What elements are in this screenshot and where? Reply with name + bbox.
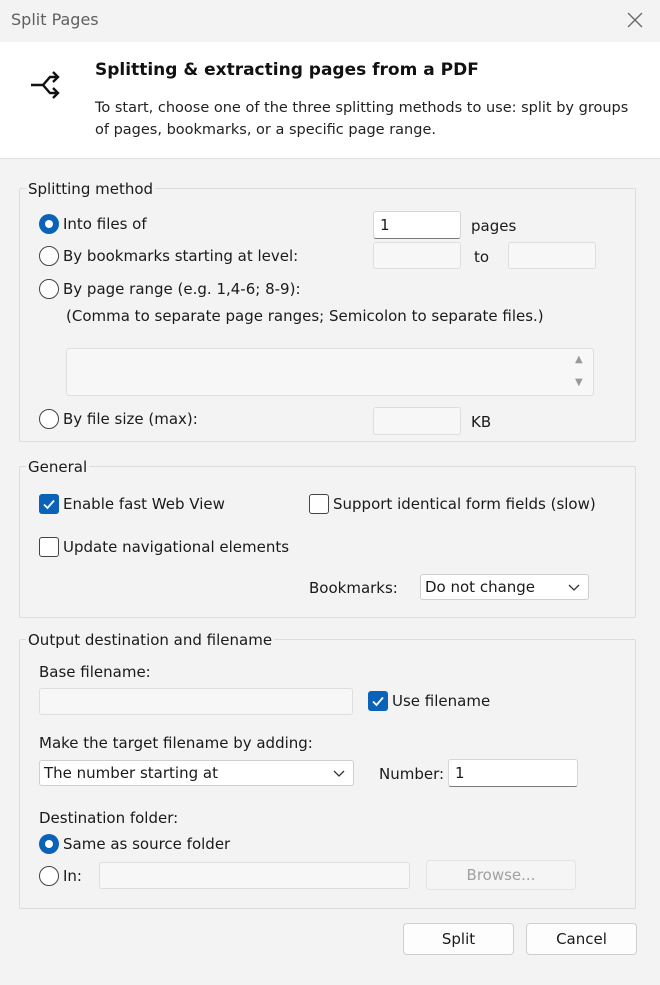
same-as-source-radio[interactable] [39,834,59,854]
split-button[interactable]: Split [403,923,514,955]
make-target-dropdown-value: The number starting at [44,764,218,782]
in-folder-radio[interactable] [39,866,59,886]
file-size-label[interactable]: By file size (max): [63,410,198,428]
chevron-down-icon [333,770,345,777]
bookmarks-to-label: to [474,248,490,266]
split-icon [28,66,66,104]
base-filename-label: Base filename: [39,663,151,681]
spin-up-icon[interactable]: ▲ [575,354,583,365]
in-folder-label[interactable]: In: [63,867,82,885]
base-filename-input[interactable] [39,688,353,715]
identical-fields-label[interactable]: Support identical form fields (slow) [333,495,596,513]
into-files-label[interactable]: Into files of [63,215,147,233]
into-files-input[interactable]: 1 [373,211,461,239]
title-bar [0,0,660,42]
number-input[interactable]: 1 [448,759,578,787]
spin-down-icon[interactable]: ▼ [575,377,583,388]
into-files-radio[interactable] [39,214,59,234]
general-group-label: General [26,458,90,476]
fast-web-view-checkbox[interactable] [39,494,59,514]
cancel-button[interactable]: Cancel [526,923,637,955]
page-range-hint: (Comma to separate page ranges; Semicolo… [66,307,544,325]
update-nav-label[interactable]: Update navigational elements [63,538,289,556]
bookmarks-dropdown[interactable]: Do not change [420,574,589,600]
into-files-unit: pages [471,217,517,235]
bookmarks-dropdown-value: Do not change [425,578,536,596]
page-range-label[interactable]: By page range (e.g. 1,4-6; 8-9): [63,280,301,298]
bookmarks-from-input[interactable] [373,242,461,269]
identical-fields-checkbox[interactable] [309,494,329,514]
window-title: Split Pages [11,10,99,29]
bookmarks-radio[interactable] [39,246,59,266]
browse-button[interactable]: Browse... [426,860,576,890]
same-as-source-label[interactable]: Same as source folder [63,835,230,853]
check-icon [372,696,384,707]
file-size-unit: KB [471,413,492,431]
use-filename-checkbox[interactable] [368,691,388,711]
header-description: To start, choose one of the three splitt… [95,100,629,138]
file-size-radio[interactable] [39,409,59,429]
page-range-textarea[interactable] [66,348,594,396]
use-filename-label[interactable]: Use filename [392,692,490,710]
number-label: Number: [379,765,445,783]
make-target-dropdown[interactable]: The number starting at [39,760,354,786]
bookmarks-to-input[interactable] [508,242,596,269]
bookmarks-dropdown-label: Bookmarks: [309,579,398,597]
close-icon [627,12,643,28]
update-nav-checkbox[interactable] [39,537,59,557]
file-size-input[interactable] [373,407,461,435]
chevron-down-icon [568,584,580,591]
header-title: Splitting & extracting pages from a PDF [95,60,479,80]
in-folder-input[interactable] [99,862,410,889]
check-icon [43,499,55,510]
make-target-label: Make the target filename by adding: [39,734,313,752]
close-button[interactable] [620,3,650,37]
fast-web-view-label[interactable]: Enable fast Web View [63,495,225,513]
output-group-label: Output destination and filename [26,631,275,649]
page-range-radio[interactable] [39,279,59,299]
splitting-method-group-label: Splitting method [26,180,156,198]
destination-label: Destination folder: [39,809,179,827]
bookmarks-label[interactable]: By bookmarks starting at level: [63,247,298,265]
